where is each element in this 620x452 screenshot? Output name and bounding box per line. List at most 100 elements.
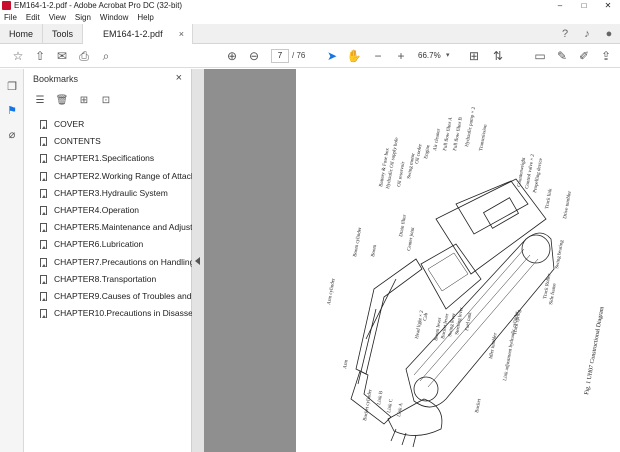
bookmark-item[interactable]: CONTENTS	[24, 133, 192, 150]
idler-tumbler	[413, 376, 439, 402]
menu-bar: File Edit View Sign Window Help	[0, 12, 620, 24]
label-drive-tumbler: Drive tumbler	[563, 190, 573, 219]
bucket-teeth	[390, 428, 417, 448]
zoom-level[interactable]: 66.7%	[418, 50, 441, 62]
tab-tools[interactable]: Tools	[43, 24, 84, 44]
expand-bookmark-icon[interactable]: ⊡	[98, 93, 114, 109]
bookmark-icon	[40, 120, 47, 129]
bookmark-label: CHAPTER1.Specifications	[54, 153, 155, 164]
select-arrow-icon[interactable]: ➤	[324, 48, 340, 64]
bookmark-item[interactable]: CHAPTER6.Lubrication	[24, 236, 192, 253]
bookmark-item[interactable]: CHAPTER7.Precautions on Handling At	[24, 254, 192, 271]
menu-view[interactable]: View	[49, 12, 66, 24]
label-arm: Arm	[343, 359, 350, 369]
share-icon[interactable]: ⇪	[598, 48, 614, 64]
label-arm-cylinder: Arm cylinder	[327, 278, 337, 306]
search-icon[interactable]: ⌕	[98, 48, 114, 64]
bookmark-item[interactable]: CHAPTER3.Hydraulic System	[24, 185, 192, 202]
upper-body	[435, 178, 547, 275]
upload-icon[interactable]: ⇧	[32, 48, 48, 64]
zoom-caret-icon[interactable]: ▾	[446, 50, 450, 62]
panel-splitter[interactable]	[192, 69, 204, 452]
bookmark-icon	[40, 257, 47, 267]
tab-close-icon[interactable]: ×	[179, 24, 184, 44]
bookmark-panel-icon[interactable]: ⚑	[4, 103, 20, 119]
label-boom: Boom	[371, 244, 378, 257]
star-icon[interactable]: ☆	[10, 48, 26, 64]
main-toolbar: ☆ ⇧ ✉ ⎙ ⌕ ⊕ ⊖ 7 / 76 ➤ ✋ − + 66.7% ▾ ⊞ ⇅…	[0, 44, 620, 68]
boom-cylinder	[365, 278, 397, 340]
page-up-icon[interactable]: ⊕	[224, 48, 240, 64]
bookmark-label: CHAPTER9.Causes of Troubles and The	[54, 290, 192, 301]
help-icon[interactable]: ?	[554, 24, 576, 44]
zoom-out-icon[interactable]: −	[370, 48, 386, 64]
label-engine: Engine	[424, 144, 432, 160]
bookmark-label: CHAPTER10.Precautions in Disassembl	[54, 308, 192, 319]
tab-bar: Home Tools EM164-1-2.pdf × ? ♪ ●	[0, 24, 620, 44]
label-head-light: Head light × 2	[415, 310, 425, 340]
page-thumbnails-icon[interactable]: ❐	[4, 79, 20, 95]
menu-sign[interactable]: Sign	[75, 12, 91, 24]
label-propelling-device: Propelling device	[533, 157, 544, 193]
print-icon[interactable]: ⎙	[76, 48, 92, 64]
scroll-mode-icon[interactable]: ⇅	[490, 48, 506, 64]
bell-icon[interactable]: ♪	[576, 24, 598, 44]
collapse-panel-icon[interactable]	[195, 257, 200, 265]
bookmark-item[interactable]: COVER	[24, 116, 192, 133]
user-icon[interactable]: ●	[598, 24, 620, 44]
pdf-page: Battery & Fuse box Hydraulic Oil supply …	[296, 69, 620, 452]
label-swing-bearing: Swing bearing	[555, 239, 565, 269]
menu-file[interactable]: File	[4, 12, 17, 24]
drive-tumbler	[521, 234, 551, 264]
label-link-adjustment: Link adjustment hydraulic cylinder	[503, 311, 520, 382]
document-area[interactable]: Battery & Fuse box Hydraulic Oil supply …	[204, 69, 620, 452]
fit-page-icon[interactable]: ⊞	[466, 48, 482, 64]
tab-home[interactable]: Home	[0, 24, 44, 44]
label-swing-motor: Swing motor	[407, 153, 416, 180]
cab	[420, 243, 482, 310]
cab-window	[427, 252, 469, 292]
menu-edit[interactable]: Edit	[26, 12, 40, 24]
close-window-button[interactable]: ✕	[596, 0, 620, 12]
menu-help[interactable]: Help	[137, 12, 153, 24]
label-hydraulic-pump: Hydraulic pump × 2	[465, 106, 477, 147]
maximize-button[interactable]: □	[572, 0, 596, 12]
zoom-in-icon[interactable]: +	[393, 48, 409, 64]
bookmark-item[interactable]: CHAPTER10.Precautions in Disassembl	[24, 305, 192, 322]
constructional-diagram: Battery & Fuse box Hydraulic Oil supply …	[327, 106, 606, 448]
delete-bookmark-icon[interactable]: 🗑	[54, 93, 70, 109]
bookmark-label: CHAPTER4.Operation	[54, 204, 140, 215]
window-title: EM164-1-2.pdf - Adobe Acrobat Pro DC (32…	[14, 1, 183, 10]
bookmarks-title: Bookmarks	[33, 74, 79, 84]
label-air-cleaner: Air cleaner	[433, 128, 442, 151]
title-bar: EM164-1-2.pdf - Adobe Acrobat Pro DC (32…	[0, 0, 620, 12]
bookmark-icon	[40, 137, 47, 147]
mail-icon[interactable]: ✉	[54, 48, 70, 64]
bookmark-icon	[40, 205, 47, 215]
minimize-button[interactable]: –	[548, 0, 572, 12]
bookmark-icon	[40, 309, 47, 319]
bookmark-item[interactable]: CHAPTER2.Working Range of Attachm	[24, 168, 192, 185]
page-down-icon[interactable]: ⊖	[246, 48, 262, 64]
new-bookmark-icon[interactable]: ⊞	[76, 93, 92, 109]
hand-icon[interactable]: ✋	[346, 48, 362, 64]
bookmark-item[interactable]: CHAPTER5.Maintenance and Adjustme	[24, 219, 192, 236]
bookmark-item[interactable]: CHAPTER1.Specifications	[24, 150, 192, 167]
page-number-input[interactable]: 7	[271, 49, 289, 63]
bookmark-item[interactable]: CHAPTER4.Operation	[24, 202, 192, 219]
tab-document[interactable]: EM164-1-2.pdf ×	[83, 24, 194, 44]
comment-icon[interactable]: ▭	[532, 48, 548, 64]
bookmark-label: CHAPTER7.Precautions on Handling At	[54, 256, 192, 267]
label-link-b: Link B	[377, 390, 384, 405]
options-menu-icon[interactable]: ☰	[32, 93, 48, 109]
label-bucket: Bucket	[475, 398, 482, 413]
pen-icon[interactable]: ✎	[554, 48, 570, 64]
bookmark-item[interactable]: CHAPTER9.Causes of Troubles and The	[24, 288, 192, 305]
highlight-icon[interactable]: ✐	[576, 48, 592, 64]
menu-window[interactable]: Window	[100, 12, 128, 24]
bookmark-icon	[40, 240, 47, 250]
bookmarks-close-icon[interactable]: ×	[176, 71, 182, 85]
attachments-icon[interactable]: ⌀	[4, 127, 20, 143]
bookmark-label: CONTENTS	[54, 136, 101, 147]
bookmark-item[interactable]: CHAPTER8.Transportation	[24, 271, 192, 288]
